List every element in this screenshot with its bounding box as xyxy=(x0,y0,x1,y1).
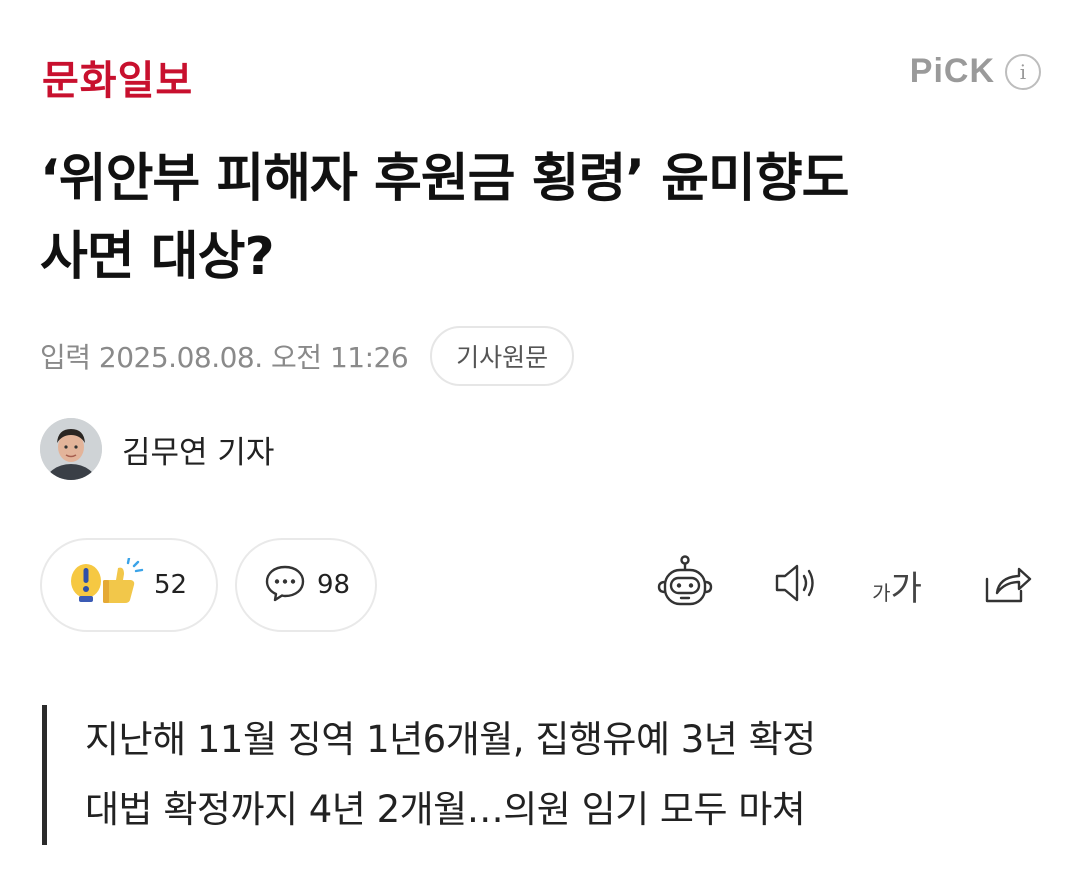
reaction-button[interactable]: 52 xyxy=(40,538,218,632)
author-name: 김무연 기자 xyxy=(122,434,275,471)
comment-icon xyxy=(263,563,307,607)
author-block[interactable]: 김무연 기자 xyxy=(40,418,274,480)
speaker-icon xyxy=(771,561,823,609)
comment-button[interactable]: 98 xyxy=(235,538,377,632)
article-action-bar: 52 98 가 가 xyxy=(40,538,1040,632)
font-size-small-label: 가 xyxy=(872,580,891,605)
pick-label: PiCK xyxy=(909,52,995,90)
font-size-large-label: 가 xyxy=(890,568,922,609)
share-button[interactable] xyxy=(972,550,1042,620)
comment-count: 98 xyxy=(317,570,351,600)
article-title-line2: 사면 대상? xyxy=(40,227,275,287)
original-article-button[interactable]: 기사원문 xyxy=(430,326,575,386)
author-avatar[interactable] xyxy=(40,418,102,480)
text-to-speech-button[interactable] xyxy=(762,550,832,620)
ai-bot-icon xyxy=(654,555,716,615)
page-header: 문화일보 PiCK i xyxy=(0,0,1079,130)
article-meta: 입력 2025.08.08. 오전 11:26 기사원문 xyxy=(40,326,575,386)
article-title: ‘위안부 피해자 후원금 횡령’ 윤미향도 사면 대상? xyxy=(40,140,1050,296)
font-size-icon: 가 가 xyxy=(872,561,922,610)
ai-summary-button[interactable] xyxy=(650,550,720,620)
publish-date: 입력 2025.08.08. 오전 11:26 xyxy=(40,341,409,374)
share-icon xyxy=(981,559,1033,611)
article-title-line1: ‘위안부 피해자 후원금 횡령’ 윤미향도 xyxy=(40,149,850,209)
article-summary: 지난해 11월 징역 1년6개월, 집행유예 3년 확정 대법 확정까지 4년 … xyxy=(42,705,1022,845)
summary-line-2: 대법 확정까지 4년 2개월…의원 임기 모두 마쳐 xyxy=(85,788,806,831)
info-icon[interactable]: i xyxy=(1005,53,1041,90)
pick-badge[interactable]: PiCK i xyxy=(910,52,1041,91)
summary-line-1: 지난해 11월 징역 1년6개월, 집행유예 3년 확정 xyxy=(85,718,816,761)
reaction-icon xyxy=(68,556,144,612)
publisher-logo[interactable]: 문화일보 xyxy=(42,48,193,106)
font-size-button[interactable]: 가 가 xyxy=(862,550,932,620)
reaction-count: 52 xyxy=(154,570,188,600)
